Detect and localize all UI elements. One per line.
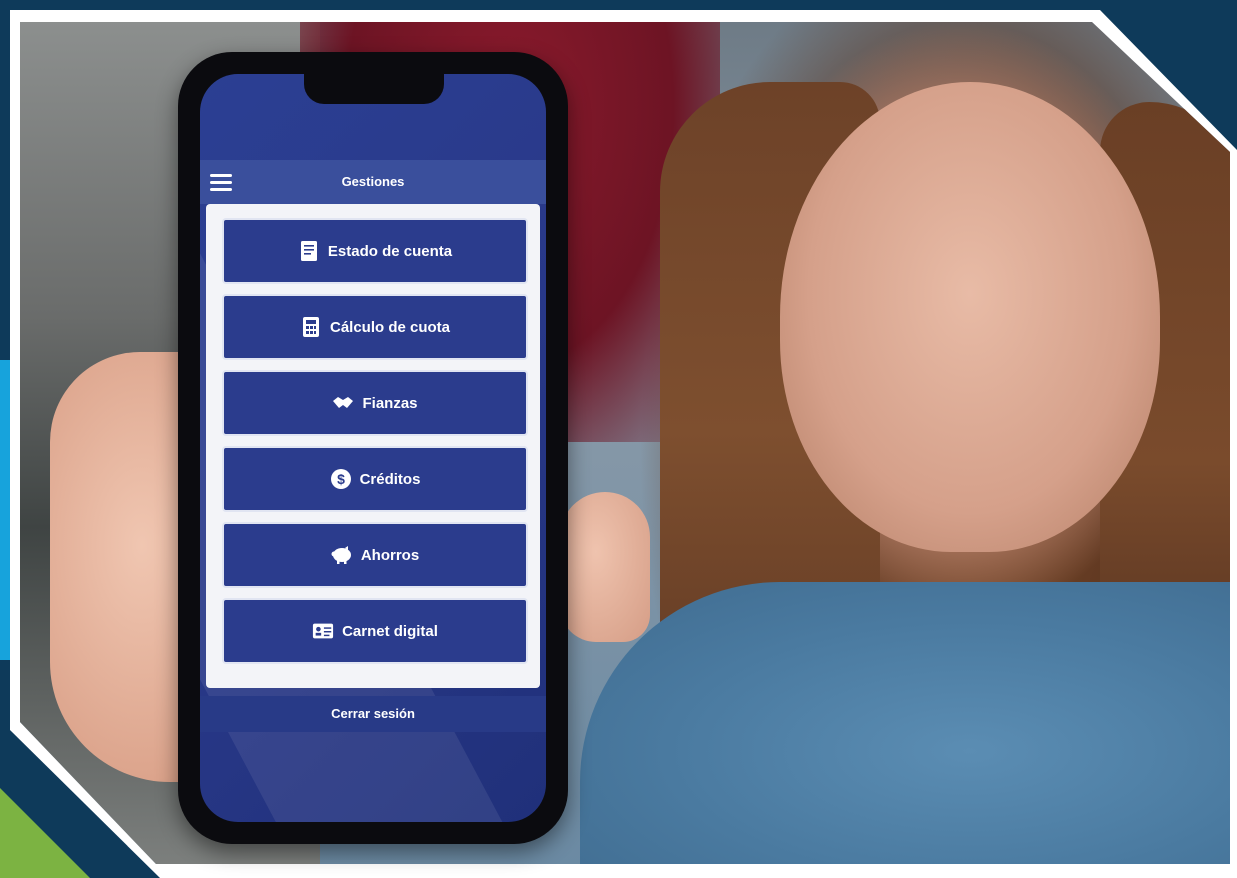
piggy-bank-icon [331, 544, 353, 566]
calculator-icon [300, 316, 322, 338]
menu-item-label: Fianzas [362, 394, 418, 412]
phone-screen: Gestiones Estado de cuenta Cálculo de cu… [200, 74, 546, 822]
promo-image: Gestiones Estado de cuenta Cálculo de cu… [0, 0, 1237, 878]
accent-corner-green [0, 788, 90, 878]
dollar-coin-icon: $ [330, 468, 352, 490]
woman-shirt [580, 582, 1230, 864]
smartphone: Gestiones Estado de cuenta Cálculo de cu… [178, 52, 568, 844]
svg-text:$: $ [337, 471, 345, 487]
phone-notch [304, 74, 444, 104]
app-title: Gestiones [341, 174, 405, 189]
menu-item-label: Créditos [359, 470, 421, 488]
document-icon [298, 240, 320, 262]
menu-item-fianzas[interactable]: Fianzas [222, 370, 528, 436]
menu-item-label: Cálculo de cuota [329, 318, 451, 336]
handshake-icon [332, 392, 354, 414]
logout-button[interactable]: Cerrar sesión [200, 696, 546, 732]
id-card-icon [312, 620, 334, 642]
menu-item-ahorros[interactable]: Ahorros [222, 522, 528, 588]
menu-item-label: Ahorros [360, 546, 420, 564]
menu-item-label: Estado de cuenta [327, 242, 453, 260]
menu-item-label: Carnet digital [342, 622, 438, 640]
thumb [560, 492, 650, 642]
menu-item-calculo-de-cuota[interactable]: Cálculo de cuota [222, 294, 528, 360]
hamburger-menu-icon[interactable] [210, 172, 232, 192]
app-header: Gestiones [200, 160, 546, 204]
menu-item-estado-de-cuenta[interactable]: Estado de cuenta [222, 218, 528, 284]
menu-panel: Estado de cuenta Cálculo de cuota Fianza… [206, 204, 540, 688]
woman-face [780, 82, 1160, 552]
menu-item-carnet-digital[interactable]: Carnet digital [222, 598, 528, 664]
menu-item-creditos[interactable]: $ Créditos [222, 446, 528, 512]
